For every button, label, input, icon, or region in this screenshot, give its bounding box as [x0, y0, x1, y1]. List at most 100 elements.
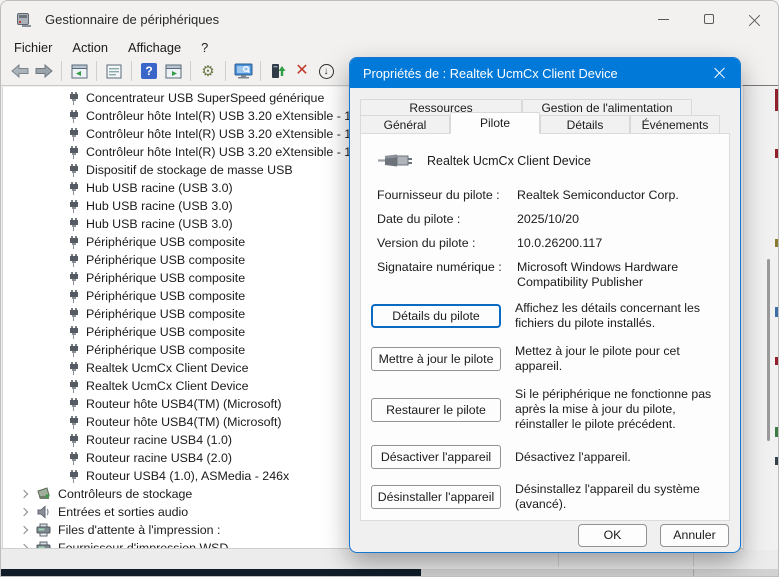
- tab-pilote[interactable]: Pilote: [450, 112, 540, 134]
- tab-evenements[interactable]: Événements: [630, 115, 720, 134]
- usb-icon: [67, 434, 80, 447]
- field-value: Microsoft Windows Hardware Compatibility…: [517, 260, 719, 290]
- update-driver-button[interactable]: Mettre à jour le pilote: [371, 347, 501, 371]
- edge-sliver: [775, 307, 778, 317]
- tree-item-label: Hub USB racine (USB 3.0): [86, 181, 233, 195]
- minimize-icon: [658, 19, 669, 20]
- forward-button[interactable]: [32, 59, 56, 83]
- field-value: Realtek Semiconductor Corp.: [517, 188, 719, 203]
- tab-gestion-alimentation[interactable]: Gestion de l'alimentation: [522, 99, 692, 116]
- uninstall-device-button[interactable]: ✕: [290, 59, 314, 83]
- dialog-title: Propriétés de : Realtek UcmCx Client Dev…: [363, 66, 618, 81]
- action-row: Mettre à jour le pilote Mettez à jour le…: [371, 344, 719, 374]
- usb-icon: [67, 182, 80, 195]
- chevron-right-icon[interactable]: [19, 526, 28, 535]
- usb-icon: [67, 92, 80, 105]
- action-description: Désactivez l'appareil.: [515, 450, 719, 465]
- tab-general[interactable]: Général: [360, 115, 450, 134]
- tree-item-label: Routeur racine USB4 (1.0): [86, 433, 232, 447]
- usb-icon: [67, 254, 80, 267]
- device-manager-window: Gestionnaire de périphériques Fichier Ac…: [0, 0, 779, 577]
- tree-item-label: Hub USB racine (USB 3.0): [86, 217, 233, 231]
- properties-button[interactable]: [102, 59, 126, 83]
- properties-icon: [106, 64, 122, 79]
- minimize-button[interactable]: [640, 1, 686, 37]
- tree-item-label: Périphérique USB composite: [86, 325, 245, 339]
- usb-icon: [67, 272, 80, 285]
- show-console-tree-button[interactable]: [67, 59, 91, 83]
- window-title: Gestionnaire de périphériques: [45, 12, 219, 27]
- help-icon: ?: [141, 63, 157, 79]
- tree-item-label: Routeur racine USB4 (2.0): [86, 451, 232, 465]
- console-tree-icon: [71, 64, 88, 79]
- forward-icon: [35, 64, 53, 78]
- update-driver-button[interactable]: [266, 59, 290, 83]
- vertical-scrollbar[interactable]: [743, 86, 778, 550]
- menu-action[interactable]: Action: [62, 38, 118, 57]
- printer-icon: [36, 523, 51, 537]
- scrollbar-thumb[interactable]: [767, 259, 770, 441]
- usb-icon: [67, 164, 80, 177]
- usb-icon: [67, 128, 80, 141]
- tree-item-label: Contrôleur hôte Intel(R) USB 3.20 eXtens…: [86, 109, 368, 123]
- usb-icon: [67, 146, 80, 159]
- driver-fields: Fournisseur du pilote : Realtek Semicond…: [377, 188, 719, 289]
- menu-help[interactable]: ?: [191, 38, 218, 57]
- usb-icon: [67, 218, 80, 231]
- maximize-button[interactable]: [686, 1, 732, 37]
- tree-item-label: Contrôleur hôte Intel(R) USB 3.20 eXtens…: [86, 127, 368, 141]
- storage-controller-icon: [36, 487, 51, 501]
- tab-details[interactable]: Détails: [540, 115, 630, 134]
- back-button[interactable]: [8, 59, 32, 83]
- tree-item-label: Périphérique USB composite: [86, 253, 245, 267]
- speaker-icon: [36, 505, 51, 519]
- tree-item-label: Hub USB racine (USB 3.0): [86, 199, 233, 213]
- action-row: Désinstaller l'appareil Désinstallez l'a…: [371, 482, 719, 512]
- close-button[interactable]: [732, 1, 778, 37]
- action-description: Désinstallez l'appareil du système (avan…: [515, 482, 719, 512]
- chevron-right-icon[interactable]: [19, 508, 28, 517]
- uninstall-device-button[interactable]: Désinstaller l'appareil: [371, 485, 501, 509]
- help-button[interactable]: ?: [137, 59, 161, 83]
- tree-item-label: Périphérique USB composite: [86, 307, 245, 321]
- menu-fichier[interactable]: Fichier: [4, 38, 62, 57]
- taskbar-fragment: [1, 569, 421, 576]
- usb-icon: [67, 344, 80, 357]
- driver-details-button[interactable]: Détails du pilote: [371, 304, 501, 328]
- ok-button[interactable]: OK: [578, 524, 647, 547]
- tree-item-label: Contrôleurs de stockage: [58, 487, 192, 501]
- usb-icon: [67, 200, 80, 213]
- usb-device-icon: [377, 150, 413, 172]
- disable-device-button[interactable]: Désactiver l'appareil: [371, 445, 501, 469]
- usb-icon: [67, 326, 80, 339]
- field-row: Version du pilote : 10.0.26200.117: [377, 236, 719, 251]
- tree-item-label: Périphérique USB composite: [86, 289, 245, 303]
- edge-sliver: [775, 89, 778, 111]
- dialog-close-button[interactable]: [700, 58, 740, 88]
- titlebar: Gestionnaire de périphériques: [1, 1, 778, 37]
- field-row: Fournisseur du pilote : Realtek Semicond…: [377, 188, 719, 203]
- computer-search-icon: [234, 63, 253, 79]
- usb-icon: [67, 308, 80, 321]
- computer-search-button[interactable]: [231, 59, 255, 83]
- action-pane-button[interactable]: [161, 59, 185, 83]
- tree-item-label: Routeur hôte USB4(TM) (Microsoft): [86, 397, 282, 411]
- bottom-strip: [1, 569, 778, 576]
- usb-icon: [67, 236, 80, 249]
- usb-icon: [67, 470, 80, 483]
- menubar: Fichier Action Affichage ?: [1, 37, 778, 57]
- menu-affichage[interactable]: Affichage: [118, 38, 191, 57]
- uninstall-icon: ✕: [295, 63, 308, 79]
- chevron-right-icon[interactable]: [19, 490, 28, 499]
- rollback-driver-button[interactable]: Restaurer le pilote: [371, 398, 501, 422]
- field-label: Signataire numérique :: [377, 260, 517, 290]
- edge-sliver: [775, 427, 778, 437]
- disable-device-button[interactable]: ↓: [314, 59, 338, 83]
- properties-dialog: Propriétés de : Realtek UcmCx Client Dev…: [349, 57, 741, 553]
- maximize-icon: [704, 14, 714, 24]
- action-description: Mettez à jour le pilote pour cet apparei…: [515, 344, 719, 374]
- cancel-button[interactable]: Annuler: [660, 524, 729, 547]
- usb-icon: [67, 290, 80, 303]
- scan-hardware-button[interactable]: ⚙: [196, 59, 220, 83]
- edge-sliver: [775, 457, 778, 465]
